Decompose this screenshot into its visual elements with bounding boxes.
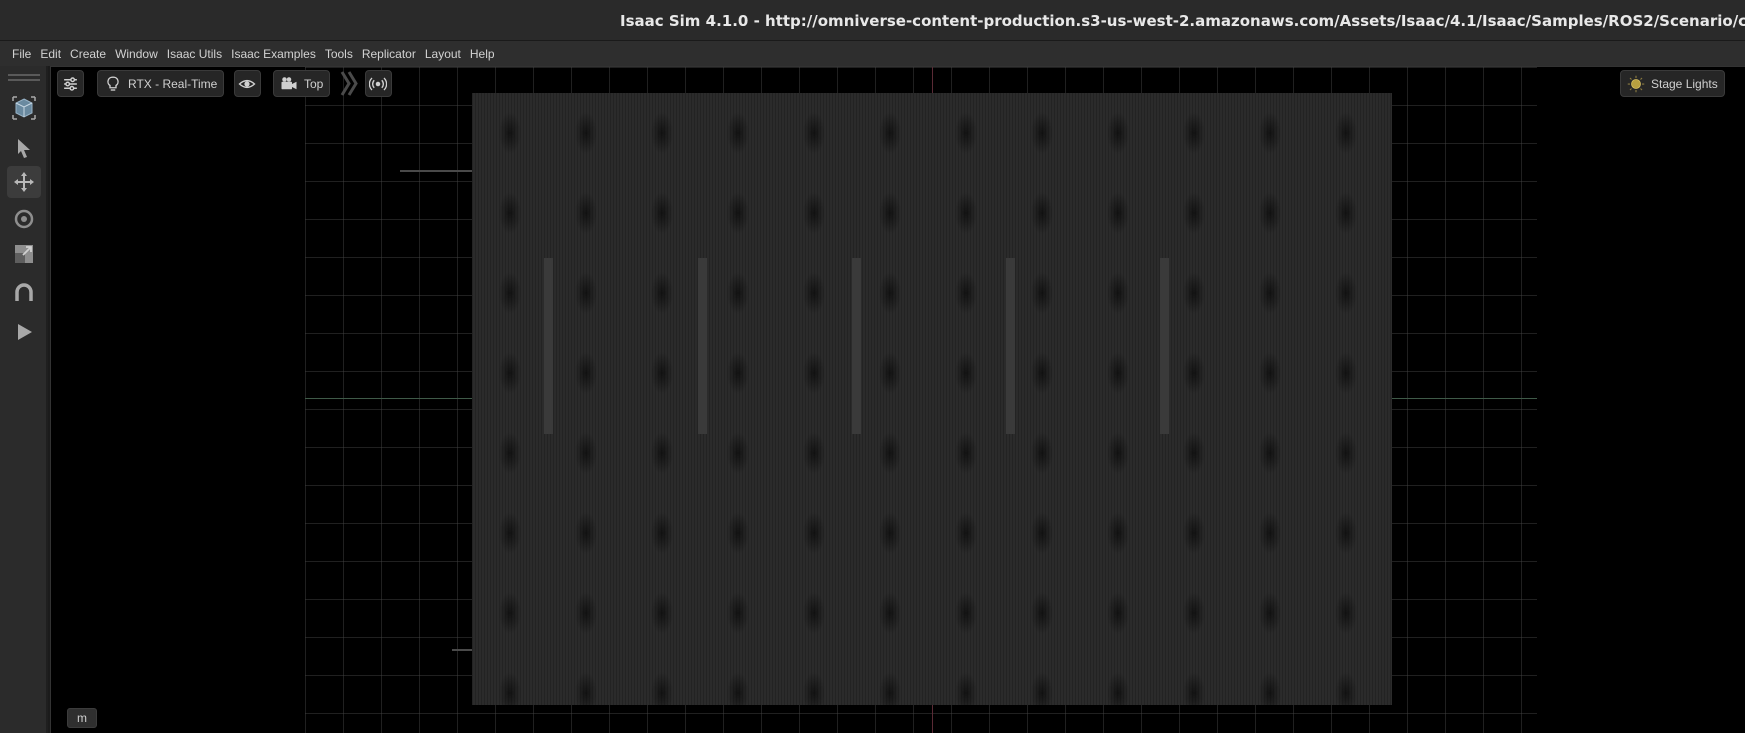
menu-isaac-examples[interactable]: Isaac Examples [231, 47, 316, 61]
sun-icon [1627, 75, 1645, 92]
menu-isaac-utils[interactable]: Isaac Utils [167, 47, 222, 61]
menu-tools[interactable]: Tools [325, 47, 353, 61]
rotate-icon [14, 209, 34, 229]
warehouse-pillar [1006, 258, 1015, 434]
menu-layout[interactable]: Layout [425, 47, 461, 61]
scale-tool-button[interactable] [7, 238, 41, 270]
camera-icon [281, 76, 297, 89]
play-icon [18, 324, 32, 340]
title-bar: Isaac Sim 4.1.0 - http://omniverse-conte… [0, 0, 1745, 41]
broadcast-icon [369, 77, 387, 90]
eye-icon [238, 79, 256, 88]
play-tool-button[interactable] [7, 316, 41, 348]
menu-create[interactable]: Create [70, 47, 106, 61]
warehouse-pillar [544, 258, 553, 434]
menu-file[interactable]: File [12, 47, 31, 61]
left-toolbar [0, 66, 48, 733]
renderer-label: RTX - Real-Time [128, 76, 218, 91]
move-icon [14, 172, 34, 192]
snap-magnet-icon [15, 283, 33, 301]
viewport[interactable]: RTX - Real-Time Top Stage Lights m [50, 66, 1745, 733]
select-arrow-icon [18, 139, 30, 158]
broadcast-button[interactable] [365, 70, 392, 97]
visibility-button[interactable] [234, 70, 261, 97]
toolbar-grip[interactable] [8, 74, 40, 86]
chevron-right-icon[interactable] [339, 70, 361, 97]
units-button[interactable]: m [67, 708, 97, 728]
scale-icon [15, 245, 33, 263]
cube-tool-button[interactable] [7, 92, 41, 124]
stage-lights-label: Stage Lights [1651, 76, 1718, 91]
menu-edit[interactable]: Edit [40, 47, 61, 61]
snap-tool-button[interactable] [7, 277, 41, 309]
warehouse-pillar [698, 258, 707, 434]
menu-replicator[interactable]: Replicator [362, 47, 416, 61]
warehouse-floor[interactable] [472, 93, 1392, 705]
menu-bar: File Edit Create Window Isaac Utils Isaa… [0, 41, 1745, 66]
move-tool-button[interactable] [7, 166, 41, 198]
select-tool-button[interactable] [7, 132, 41, 164]
window-title: Isaac Sim 4.1.0 - http://omniverse-conte… [620, 12, 1745, 30]
warehouse-pillar [852, 258, 861, 434]
viewport-settings-button[interactable] [57, 70, 84, 97]
cube-icon [12, 96, 36, 120]
renderer-button[interactable]: RTX - Real-Time [97, 70, 225, 97]
camera-button[interactable]: Top [273, 70, 331, 97]
lightbulb-icon [107, 76, 119, 91]
warehouse-pillar [1160, 258, 1169, 434]
camera-label: Top [304, 76, 324, 91]
rotate-tool-button[interactable] [7, 203, 41, 235]
sliders-icon [64, 76, 77, 91]
menu-help[interactable]: Help [470, 47, 495, 61]
stage-lights-button[interactable]: Stage Lights [1620, 70, 1725, 97]
menu-window[interactable]: Window [115, 47, 158, 61]
